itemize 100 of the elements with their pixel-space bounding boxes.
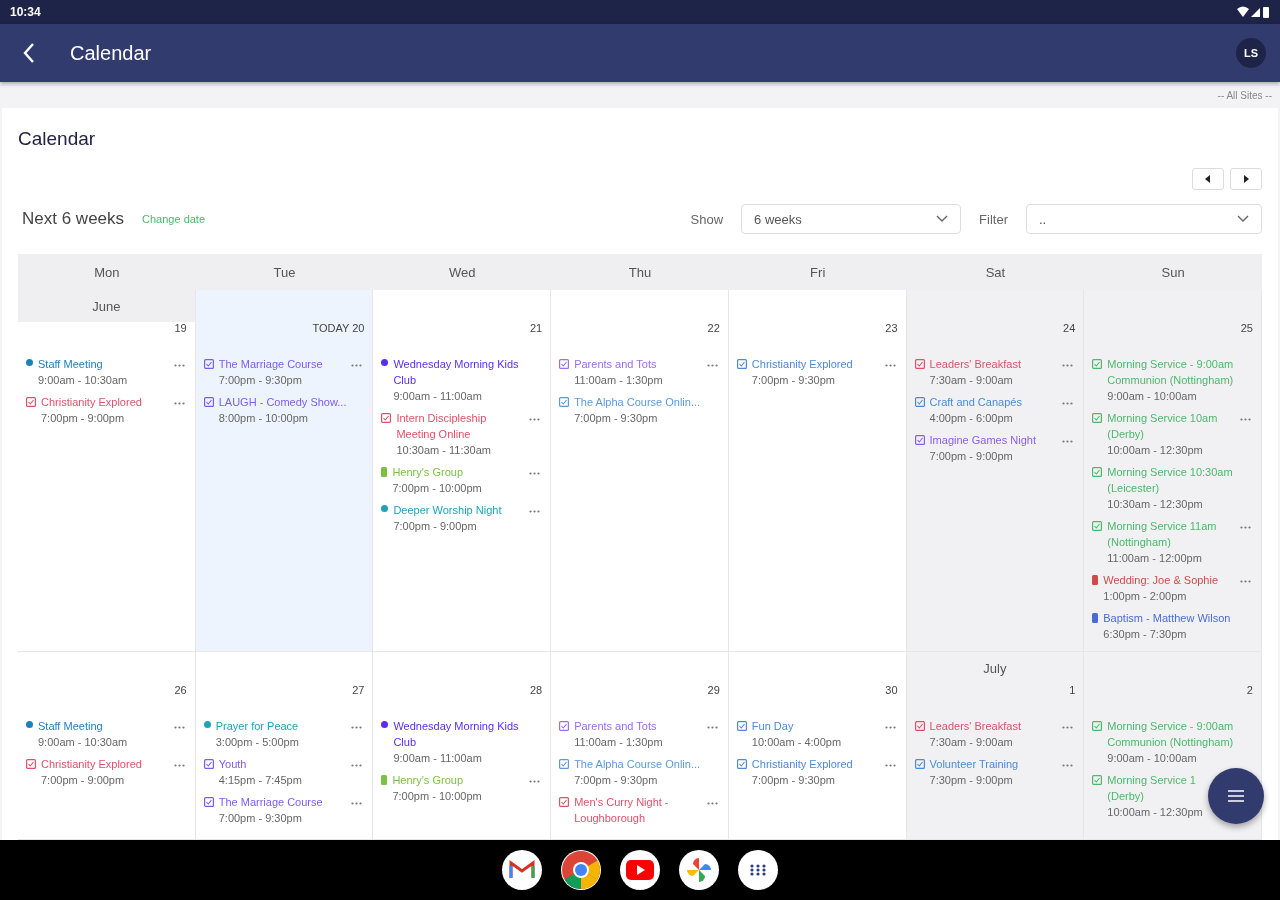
more-icon[interactable] (706, 726, 718, 729)
month-label: June (18, 290, 195, 322)
more-icon[interactable] (529, 418, 541, 421)
menu-icon (1228, 790, 1244, 802)
play-icon[interactable] (620, 850, 660, 890)
event-title[interactable]: Men's Curry Night - Loughborough (574, 794, 698, 826)
show-dropdown[interactable]: 6 weeks (741, 204, 962, 234)
site-selector[interactable]: -- All Sites -- (1217, 89, 1272, 101)
left-caret-icon (1205, 175, 1211, 183)
event-title[interactable]: Craft and Canapés (929, 394, 1022, 410)
event-title[interactable]: Baptism - Matthew Wilson (1103, 610, 1231, 626)
event-title[interactable]: LAUGH - Comedy Show... (218, 394, 347, 410)
more-icon[interactable] (173, 726, 185, 729)
event-title[interactable]: Morning Service - 9:00am Communion (Nottingham) (1107, 718, 1253, 750)
event-title[interactable]: Staff Meeting (38, 718, 103, 734)
event-title[interactable]: Youth (218, 756, 247, 772)
more-icon[interactable] (173, 764, 185, 767)
event-title[interactable]: Deeper Worship Night (393, 502, 502, 518)
show-label: Show (690, 211, 724, 227)
mail-icon[interactable] (502, 850, 542, 890)
event-title[interactable]: Christianity Explored (41, 394, 142, 410)
more-icon[interactable] (884, 364, 896, 367)
event-title[interactable]: Christianity Explored (751, 356, 853, 372)
more-icon[interactable] (1062, 364, 1074, 367)
event-title[interactable]: Christianity Explored (41, 756, 142, 772)
event-title[interactable]: Morning Service 11am (Nottingham) (1107, 518, 1231, 550)
event-title[interactable]: The Marriage Course (218, 356, 323, 372)
event-title[interactable]: Morning Service 1 (Derby) (1107, 772, 1196, 804)
event-title[interactable]: The Alpha Course Onlin... (574, 394, 701, 410)
more-icon[interactable] (529, 780, 541, 783)
event-title[interactable]: Volunteer Training (929, 756, 1019, 772)
event-title[interactable]: Leaders' Breakfast (929, 718, 1021, 734)
event-title[interactable]: Staff Meeting (38, 356, 103, 372)
day-number: 26 (173, 684, 188, 698)
event-time: 11:00am - 1:30pm (574, 735, 663, 750)
more-icon[interactable] (173, 402, 185, 405)
event-title[interactable]: Imagine Games Night (929, 432, 1036, 448)
more-icon[interactable] (1062, 764, 1074, 767)
page-title: Calendar (18, 128, 97, 151)
more-icon[interactable] (1240, 580, 1251, 583)
next-button[interactable] (1230, 168, 1262, 190)
event-title[interactable]: Fun Day (751, 718, 794, 734)
browser-icon[interactable] (561, 850, 601, 890)
more-icon[interactable] (1062, 402, 1074, 405)
more-icon[interactable] (1062, 440, 1074, 443)
day-number: 25 (1239, 322, 1254, 336)
previous-button[interactable] (1192, 168, 1224, 190)
event-title[interactable]: Morning Service 10am (Derby) (1107, 410, 1231, 442)
event-title[interactable]: Morning Service - 9:00am Communion (Nottingham) (1107, 356, 1253, 388)
event-title[interactable]: Henry's Group (392, 464, 463, 480)
day-number: 19 (173, 322, 188, 336)
filter-dropdown[interactable]: .. (1026, 204, 1262, 234)
event-title[interactable]: Intern Discipleship Meeting Online (396, 410, 521, 442)
day-number: 21 (528, 322, 544, 336)
more-icon[interactable] (351, 802, 363, 805)
more-icon[interactable] (884, 726, 896, 729)
event-title[interactable]: Wedding: Joe & Sophie (1103, 572, 1219, 588)
event-title[interactable]: Morning Service 10:30am (Leicester) (1107, 464, 1253, 496)
more-icon[interactable] (529, 472, 541, 475)
event-time: 10:00am - 4:00pm (751, 735, 842, 750)
more-icon[interactable] (706, 364, 718, 367)
weekday-header: Mon (18, 254, 196, 290)
more-icon[interactable] (351, 364, 363, 367)
more-icon[interactable] (706, 802, 718, 805)
event-title[interactable]: The Marriage Course (218, 794, 323, 810)
back-icon[interactable] (22, 42, 36, 64)
more-icon[interactable] (351, 764, 363, 767)
more-icon[interactable] (1062, 726, 1074, 729)
event-title[interactable]: Christianity Explored (751, 756, 853, 772)
day-number: 27 (351, 684, 366, 698)
event-time: 7:00pm - 9:30pm (751, 773, 835, 788)
event-time: 7:00pm - 9:30pm (574, 411, 658, 426)
change-date-link[interactable]: Change date (142, 213, 206, 225)
event-time: 7:00pm - 9:00pm (929, 449, 1013, 464)
range-label: Next 6 weeks (22, 209, 125, 229)
more-icon[interactable] (351, 726, 363, 729)
event-title[interactable]: Leaders' Breakfast (929, 356, 1021, 372)
more-icon[interactable] (1240, 526, 1251, 529)
event-time: 1:00pm - 2:00pm (1103, 589, 1187, 604)
more-icon[interactable] (1240, 418, 1251, 421)
event-time: 9:00am - 10:30am (38, 735, 128, 750)
more-icon[interactable] (529, 510, 541, 513)
event-time: 7:30pm - 9:00pm (929, 773, 1013, 788)
month-label: July (982, 659, 1008, 678)
event-time: 7:00pm - 9:30pm (218, 373, 302, 388)
event-title[interactable]: Wednesday Morning Kids Club (393, 356, 543, 388)
event-title[interactable]: Parents and Tots (574, 356, 657, 372)
event-title[interactable]: Parents and Tots (574, 718, 657, 734)
day-number: 22 (706, 322, 721, 336)
event-title[interactable]: Wednesday Morning Kids Club (393, 718, 543, 750)
event-title[interactable]: Henry's Group (392, 772, 463, 788)
status-icons (1236, 5, 1270, 19)
day-number: 28 (528, 684, 544, 698)
event-title[interactable]: The Alpha Course Onlin... (574, 756, 701, 772)
avatar[interactable]: LS (1236, 38, 1266, 68)
more-icon[interactable] (884, 764, 896, 767)
more-icon[interactable] (173, 364, 185, 367)
apps-grid-icon[interactable] (738, 850, 778, 890)
event-title[interactable]: Prayer for Peace (215, 718, 299, 734)
pinwheel-icon[interactable] (679, 850, 719, 890)
